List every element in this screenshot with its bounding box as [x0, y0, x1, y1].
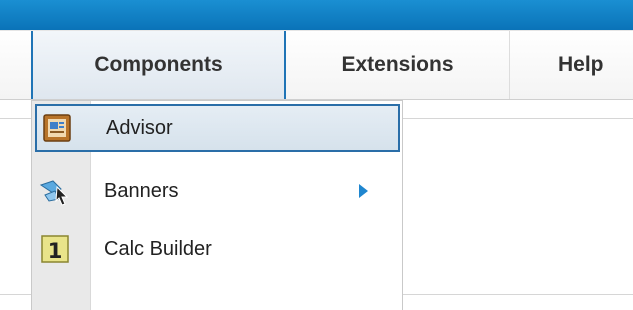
- top-header-bar: [0, 0, 633, 31]
- dropdown-item-advisor[interactable]: Advisor: [35, 104, 400, 152]
- menu-extensions[interactable]: Extensions: [286, 31, 510, 99]
- dropdown-item-label: Calc Builder: [104, 237, 212, 260]
- dropdown-item-label: Advisor: [106, 116, 173, 139]
- advisor-icon: [40, 111, 74, 145]
- components-dropdown: Advisor Banners 1 Calc Builder: [31, 100, 403, 310]
- calc-builder-icon: 1: [38, 232, 72, 266]
- menu-help[interactable]: Help: [510, 31, 633, 99]
- dropdown-item-banners[interactable]: Banners: [32, 165, 402, 217]
- banners-icon: [38, 174, 72, 208]
- main-menu-bar: Components Extensions Help: [0, 31, 633, 100]
- chevron-right-icon: [359, 184, 368, 198]
- svg-text:1: 1: [48, 239, 63, 263]
- menu-components[interactable]: Components: [31, 31, 286, 99]
- dropdown-item-label: Banners: [104, 179, 179, 202]
- dropdown-item-calc-builder[interactable]: 1 Calc Builder: [32, 223, 402, 275]
- menu-bar-spacer: [0, 31, 31, 99]
